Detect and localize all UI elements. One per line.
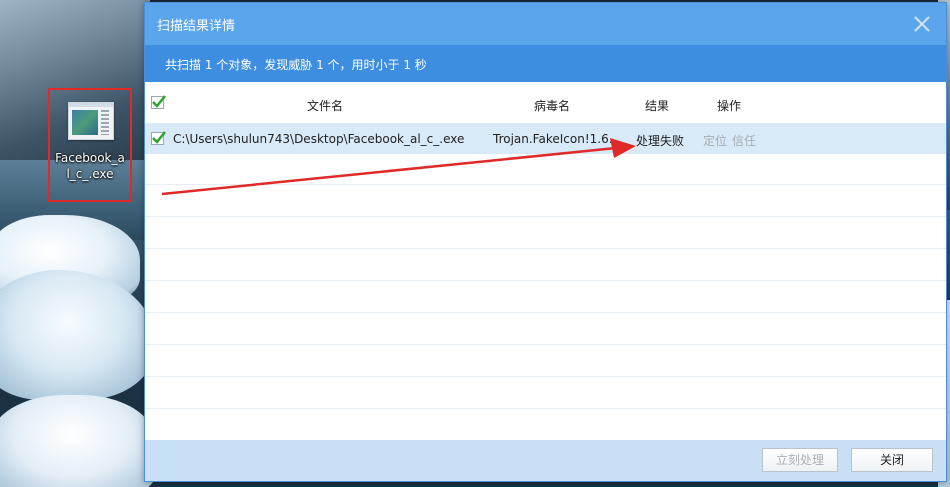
scan-summary-bar: 共扫描 1 个对象，发现威胁 1 个，用时小于 1 秒 (145, 45, 946, 82)
row-checkbox[interactable] (151, 131, 166, 145)
locate-link[interactable]: 定位 (703, 132, 727, 149)
desktop-file-icon[interactable]: Facebook_al_c_.exe (48, 88, 132, 202)
select-all-checkbox[interactable] (151, 95, 166, 109)
table-row (145, 346, 946, 377)
table-row (145, 410, 946, 441)
result-table: 文件名 病毒名 结果 操作 C:\Users\shulun743\Desktop… (145, 82, 946, 442)
desktop-wallpaper-ice (0, 395, 155, 487)
check-icon (152, 95, 166, 108)
process-now-button[interactable]: 立刻处理 (762, 448, 838, 472)
table-row (145, 314, 946, 345)
scan-summary-text: 共扫描 1 个对象，发现威胁 1 个，用时小于 1 秒 (165, 58, 427, 72)
close-icon[interactable] (912, 14, 932, 34)
table-row (145, 154, 946, 185)
table-row (145, 378, 946, 409)
table-row (145, 250, 946, 281)
column-header-filename: 文件名 (307, 99, 344, 113)
file-path: C:\Users\shulun743\Desktop\Facebook_al_c… (173, 132, 465, 146)
table-row[interactable]: C:\Users\shulun743\Desktop\Facebook_al_c… (145, 123, 946, 154)
desktop: Facebook_al_c_.exe 扫描结果详情 共扫描 1 个对象，发现威胁… (0, 0, 950, 487)
check-icon (152, 131, 166, 144)
column-header-virus: 病毒名 (534, 99, 571, 113)
result-status: 处理失败 (636, 134, 685, 148)
table-row (145, 218, 946, 249)
dialog-titlebar[interactable]: 扫描结果详情 (145, 3, 946, 45)
table-header: 文件名 病毒名 结果 操作 (145, 82, 946, 122)
scan-result-dialog: 扫描结果详情 共扫描 1 个对象，发现威胁 1 个，用时小于 1 秒 文件名 病… (144, 2, 947, 482)
desktop-file-label: Facebook_al_c_.exe (55, 151, 125, 181)
dialog-title: 扫描结果详情 (157, 19, 236, 34)
dialog-footer: 立刻处理 关闭 (145, 440, 946, 481)
close-button[interactable]: 关闭 (851, 448, 933, 472)
column-header-action: 操作 (717, 99, 742, 113)
virus-name: Trojan.FakeIcon!1.6... (493, 132, 621, 146)
table-row (145, 282, 946, 313)
column-header-result: 结果 (645, 99, 670, 113)
trust-link[interactable]: 信任 (732, 132, 756, 149)
exe-file-icon (68, 102, 114, 140)
table-row (145, 186, 946, 217)
